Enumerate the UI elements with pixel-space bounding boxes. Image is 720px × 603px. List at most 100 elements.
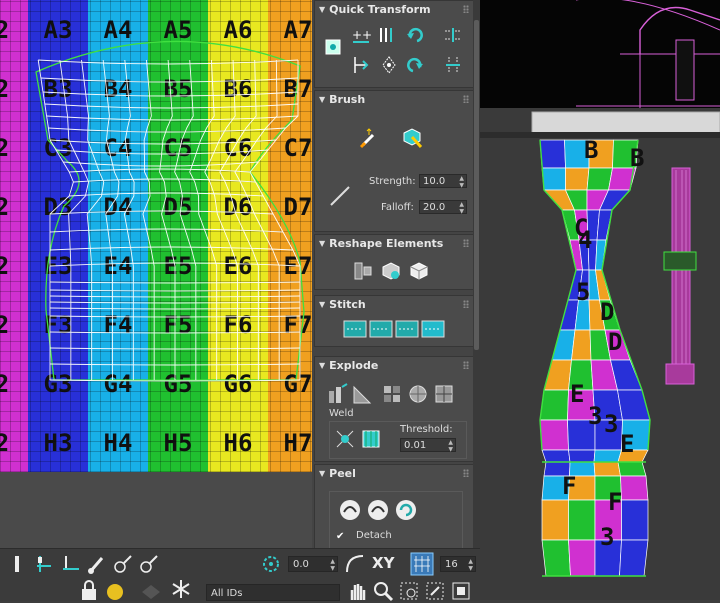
quick-peel-icon[interactable] (338, 498, 362, 522)
brush-line-icon[interactable] (327, 183, 353, 209)
rollout-title: Peel (329, 466, 356, 480)
break-icon[interactable] (433, 383, 455, 405)
spinner-arrows-icon[interactable]: ▲ ▼ (448, 439, 453, 453)
unpin-brush-icon[interactable] (138, 553, 160, 575)
spinner-arrows-icon[interactable]: ▲ ▼ (459, 201, 464, 215)
weld-target-icon[interactable] (360, 428, 382, 450)
flip-vertical-icon[interactable] (443, 55, 463, 75)
spinner-arrows-icon[interactable]: ▲ ▼ (459, 175, 464, 189)
stitch-to-source-icon[interactable] (421, 318, 445, 340)
rollout-header-quick-transform[interactable]: ▼ Quick Transform (315, 1, 473, 17)
pan-hand-icon[interactable] (346, 580, 368, 602)
texture-letter: F (562, 472, 576, 500)
align-to-edge-icon[interactable] (351, 55, 371, 75)
panel-scroll-thumb[interactable] (474, 20, 479, 350)
rollout-stitch: ▼ Stitch (314, 295, 474, 347)
falloff-spinner[interactable]: 20.0 ▲ ▼ (419, 200, 467, 215)
axis-label[interactable]: XY (372, 554, 394, 572)
space-evenly-icon[interactable] (379, 55, 399, 75)
baluster-face (620, 475, 649, 501)
falloff-value: 20.0 (423, 202, 446, 213)
rollout-quick-transform: ▼ Quick Transform ++ (314, 0, 474, 88)
paint-move-icon[interactable] (357, 127, 381, 151)
baluster-face (619, 539, 649, 577)
rollout-header-stitch[interactable]: ▼ Stitch (315, 296, 473, 312)
flatten-icon[interactable] (407, 383, 429, 405)
svg-text:++: ++ (352, 28, 371, 42)
rollout-peel: ▼ Peel ✔ Detach (314, 464, 474, 548)
freeform-mode-icon[interactable] (6, 553, 28, 575)
rollout-header-brush[interactable]: ▼ Brush (315, 91, 473, 107)
uv-mesh-overlay[interactable] (0, 0, 312, 472)
texture-letter: 4 (578, 226, 592, 254)
relax-brush-icon[interactable] (399, 125, 425, 151)
paint-brush-icon[interactable] (86, 553, 108, 575)
rollout-brush: ▼ Brush Strength: 10.0 ▲ ▼ Falloff: 20.0 … (314, 90, 474, 232)
grip-icon[interactable] (463, 300, 469, 308)
grip-icon[interactable] (463, 469, 469, 477)
weld-label: Weld (329, 408, 354, 419)
weld-selected-icon[interactable] (334, 428, 356, 450)
grip-icon[interactable] (463, 239, 469, 247)
threshold-spinner[interactable]: 0.01 ▲ ▼ (400, 438, 456, 453)
rotate-snap-icon[interactable] (260, 553, 282, 575)
spinner-arrows-icon[interactable]: ▲ ▼ (330, 558, 335, 572)
rotate-angle-spinner[interactable]: 0.0 ▲ ▼ (288, 556, 338, 572)
baluster-face (541, 449, 571, 463)
grip-icon[interactable] (463, 5, 469, 13)
align-mode-icon[interactable] (34, 553, 56, 575)
baluster-mesh[interactable]: BCDEF3BDEF3543 (539, 136, 651, 577)
texture-letter: F (608, 488, 622, 516)
explode-by-smoothing-icon[interactable] (351, 383, 373, 405)
rollout-header-peel[interactable]: ▼ Peel (315, 465, 473, 481)
align-vertical-icon[interactable] (377, 25, 397, 45)
peel-mode-icon[interactable] (366, 498, 390, 522)
frame-selected-icon[interactable] (450, 580, 472, 602)
strength-spinner[interactable]: 10.0 ▲ ▼ (419, 174, 467, 189)
zoom-icon[interactable] (372, 580, 394, 602)
align-bottom-icon[interactable] (60, 553, 82, 575)
panel-scrollbar[interactable] (473, 0, 480, 548)
stitch-custom-icon[interactable] (343, 318, 367, 340)
stitch-to-target-icon[interactable] (369, 318, 393, 340)
flip-horizontal-icon[interactable] (443, 25, 463, 45)
grid-snap-icon[interactable] (410, 552, 434, 576)
lock-icon[interactable] (78, 579, 100, 601)
rotate-angle-value: 0.0 (293, 559, 309, 570)
rollout-header-explode[interactable]: ▼ Explode (315, 357, 473, 373)
curve-icon[interactable] (344, 553, 366, 575)
spinner-arrows-icon[interactable]: ▲ ▼ (468, 558, 473, 572)
pin-brush-icon[interactable] (112, 553, 134, 575)
rollout-header-reshape[interactable]: ▼ Reshape Elements (315, 235, 473, 251)
explode-by-polygon-icon[interactable] (327, 383, 349, 405)
pivot-icon[interactable] (323, 37, 343, 57)
straighten-icon[interactable] (351, 259, 375, 283)
rectangle-icon[interactable] (407, 259, 431, 283)
rollout-title: Quick Transform (329, 2, 431, 16)
rotate-cw-icon[interactable] (405, 55, 425, 75)
baluster-face (539, 139, 566, 169)
perspective-viewport[interactable]: BCDEF3BDEF3543 (480, 0, 720, 600)
zoom-extents-icon[interactable] (424, 580, 446, 602)
align-horizontal-icon[interactable]: ++ (351, 25, 371, 45)
rollout-title: Brush (329, 92, 366, 106)
rollout-title: Reshape Elements (329, 236, 444, 250)
baluster-face (565, 167, 590, 191)
rollout-reshape-elements: ▼ Reshape Elements (314, 234, 474, 290)
grip-icon[interactable] (463, 95, 469, 103)
zoom-region-icon[interactable] (398, 580, 420, 602)
baluster-face (617, 389, 651, 421)
relax-icon[interactable] (379, 259, 403, 283)
element-id-filter[interactable]: All IDs (206, 584, 340, 601)
texture-letter: 3 (600, 523, 614, 551)
rotate-ccw-icon[interactable] (405, 25, 425, 45)
grip-icon[interactable] (463, 361, 469, 369)
peel-reset-icon[interactable] (394, 498, 418, 522)
command-panel: ▼ Quick Transform ++ ▼ Brush Strength: 1… (312, 0, 480, 548)
detach-checkbox[interactable]: ✔ (336, 532, 346, 542)
explode-by-material-icon[interactable] (381, 383, 403, 405)
freeze-icon[interactable] (170, 578, 192, 600)
grid-size-spinner[interactable]: 16 ▲ ▼ (440, 556, 476, 572)
stitch-average-icon[interactable] (395, 318, 419, 340)
uv-editor-viewport[interactable]: 2 A3 A4 A5 A6 A7 2 B3 B4 B5 B6 B7 2 C3 C4 C5 C6 C7 2 D3 D4 D5… (0, 0, 312, 548)
